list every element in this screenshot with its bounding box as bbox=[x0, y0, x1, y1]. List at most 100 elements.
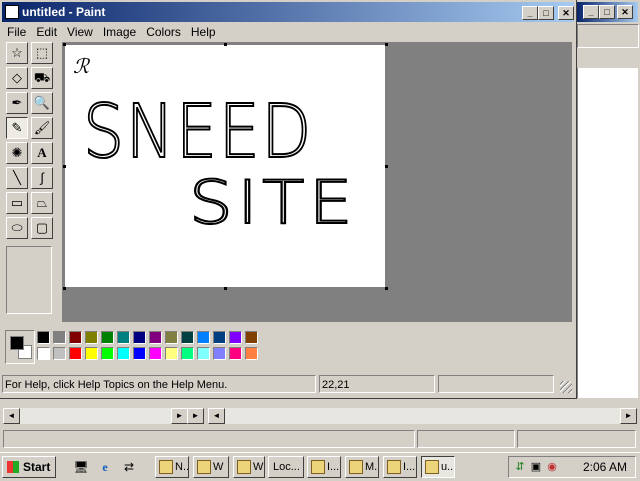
background-hscrollbar-right[interactable]: ◄ ► bbox=[208, 408, 637, 424]
palette-swatch[interactable] bbox=[245, 331, 258, 344]
system-tray: ⇵ ▣ ◉ 2:06 AM bbox=[508, 456, 636, 478]
status-help-text: For Help, click Help Topics on the Help … bbox=[2, 375, 316, 393]
taskbar-button-label: W bbox=[213, 461, 224, 473]
taskbar-button[interactable]: I... bbox=[307, 456, 341, 478]
taskbar-button[interactable]: u... bbox=[421, 456, 455, 478]
close-icon[interactable]: ✕ bbox=[617, 5, 633, 19]
taskbar-button[interactable]: W bbox=[233, 456, 265, 478]
taskbar-button[interactable]: M... bbox=[345, 456, 379, 478]
tool-airbrush-icon[interactable]: ✺ bbox=[6, 142, 28, 164]
tool-options-box[interactable] bbox=[6, 246, 52, 314]
maximize-icon[interactable]: □ bbox=[538, 6, 554, 20]
palette-swatch[interactable] bbox=[181, 347, 194, 360]
tool-pick-color-icon[interactable]: ✒ bbox=[6, 92, 28, 114]
scroll-right-icon[interactable]: ► bbox=[187, 408, 204, 424]
menu-view[interactable]: View bbox=[62, 23, 98, 41]
taskbar-button-label: I... bbox=[327, 461, 340, 473]
foreground-color-swatch[interactable] bbox=[10, 336, 24, 350]
palette-swatch[interactable] bbox=[197, 347, 210, 360]
palette-swatch[interactable] bbox=[245, 347, 258, 360]
menu-help[interactable]: Help bbox=[186, 23, 221, 41]
start-button[interactable]: Start bbox=[2, 456, 56, 478]
taskbar-app-icon bbox=[425, 460, 439, 474]
palette-swatch[interactable] bbox=[85, 331, 98, 344]
palette-swatch[interactable] bbox=[69, 347, 82, 360]
palette-swatch[interactable] bbox=[197, 331, 210, 344]
clock[interactable]: 2:06 AM bbox=[583, 460, 627, 474]
menu-file[interactable]: File bbox=[2, 23, 31, 41]
scroll-right-icon[interactable]: ► bbox=[171, 408, 188, 424]
resize-handle[interactable] bbox=[385, 165, 388, 168]
taskbar-button[interactable]: I... bbox=[383, 456, 417, 478]
resize-handle[interactable] bbox=[224, 287, 227, 290]
taskbar-button-label: Loc... bbox=[273, 461, 300, 473]
palette-swatch[interactable] bbox=[229, 331, 242, 344]
minimize-icon[interactable]: _ bbox=[583, 5, 599, 19]
canvas-text-line-2: SITE bbox=[189, 168, 357, 238]
close-icon[interactable]: ✕ bbox=[558, 6, 574, 20]
internet-explorer-icon[interactable]: e bbox=[96, 458, 114, 476]
background-window-titlebar[interactable]: _ □ ✕ bbox=[577, 2, 638, 22]
tool-rect-select-icon[interactable]: ⬚ bbox=[31, 42, 53, 64]
current-colors[interactable] bbox=[5, 330, 35, 364]
window-title: untitled - Paint bbox=[22, 5, 106, 19]
paint-app-icon[interactable] bbox=[5, 5, 19, 19]
tool-rounded-rect-icon[interactable]: ▢ bbox=[31, 217, 53, 239]
palette-swatch[interactable] bbox=[37, 331, 50, 344]
menu-colors[interactable]: Colors bbox=[141, 23, 186, 41]
tool-eraser-icon[interactable]: ◇ bbox=[6, 67, 28, 89]
tool-pencil-icon[interactable]: ✎ bbox=[6, 117, 28, 139]
scroll-left-icon[interactable]: ◄ bbox=[208, 408, 225, 424]
palette-swatch[interactable] bbox=[37, 347, 50, 360]
taskbar-app-icon bbox=[159, 460, 173, 474]
palette-swatch[interactable] bbox=[69, 331, 82, 344]
palette-swatch[interactable] bbox=[53, 347, 66, 360]
minimize-icon[interactable]: _ bbox=[522, 6, 538, 20]
palette-swatch[interactable] bbox=[117, 347, 130, 360]
palette-swatch[interactable] bbox=[101, 347, 114, 360]
taskbar-button[interactable]: Loc... bbox=[268, 456, 304, 478]
palette-swatch[interactable] bbox=[85, 347, 98, 360]
palette-swatch[interactable] bbox=[133, 347, 146, 360]
scroll-right-icon[interactable]: ► bbox=[620, 408, 637, 424]
palette-swatch[interactable] bbox=[149, 347, 162, 360]
tool-text-icon[interactable]: A bbox=[31, 142, 53, 164]
tool-polygon-icon[interactable]: ⏢ bbox=[31, 192, 53, 214]
palette-swatch[interactable] bbox=[213, 347, 226, 360]
tray-media-icon[interactable]: ◉ bbox=[545, 460, 559, 474]
tool-rectangle-icon[interactable]: ▭ bbox=[6, 192, 28, 214]
tray-network-icon[interactable]: ⇵ bbox=[513, 460, 527, 474]
palette-swatch[interactable] bbox=[181, 331, 194, 344]
tool-free-select-icon[interactable]: ☆ bbox=[6, 42, 28, 64]
resize-handle bbox=[63, 287, 66, 290]
drawing-canvas[interactable]: ℛ SNEED SITE bbox=[65, 45, 385, 287]
resize-handle[interactable] bbox=[385, 287, 388, 290]
tool-fill-icon[interactable]: ⛟ bbox=[31, 67, 53, 89]
show-desktop-icon[interactable]: 🖥 bbox=[72, 458, 90, 476]
palette-swatch[interactable] bbox=[101, 331, 114, 344]
palette-swatch[interactable] bbox=[165, 347, 178, 360]
palette-swatch[interactable] bbox=[133, 331, 146, 344]
palette-swatch[interactable] bbox=[117, 331, 130, 344]
scroll-left-icon[interactable]: ◄ bbox=[3, 408, 20, 424]
tool-magnifier-icon[interactable]: 🔍 bbox=[31, 92, 53, 114]
menu-image[interactable]: Image bbox=[98, 23, 141, 41]
tool-line-icon[interactable]: ╲ bbox=[6, 167, 28, 189]
taskbar-button[interactable]: N... bbox=[155, 456, 189, 478]
paint-titlebar[interactable]: untitled - Paint _ □ ✕ bbox=[2, 2, 574, 22]
background-hscrollbar-left[interactable]: ◄ ► ► bbox=[3, 408, 204, 424]
palette-swatch[interactable] bbox=[213, 331, 226, 344]
palette-swatch[interactable] bbox=[229, 347, 242, 360]
tool-curve-icon[interactable]: ∫ bbox=[31, 167, 53, 189]
menu-edit[interactable]: Edit bbox=[31, 23, 62, 41]
resize-grip-icon[interactable] bbox=[560, 381, 572, 393]
palette-swatch[interactable] bbox=[165, 331, 178, 344]
tray-monitor-icon[interactable]: ▣ bbox=[529, 460, 543, 474]
tool-ellipse-icon[interactable]: ⬭ bbox=[6, 217, 28, 239]
palette-swatch[interactable] bbox=[149, 331, 162, 344]
palette-swatch[interactable] bbox=[53, 331, 66, 344]
maximize-icon[interactable]: □ bbox=[599, 5, 615, 19]
tool-brush-icon[interactable]: 🖌 bbox=[31, 117, 53, 139]
taskbar-button[interactable]: W bbox=[193, 456, 229, 478]
network-icon[interactable]: ⇄ bbox=[120, 458, 138, 476]
